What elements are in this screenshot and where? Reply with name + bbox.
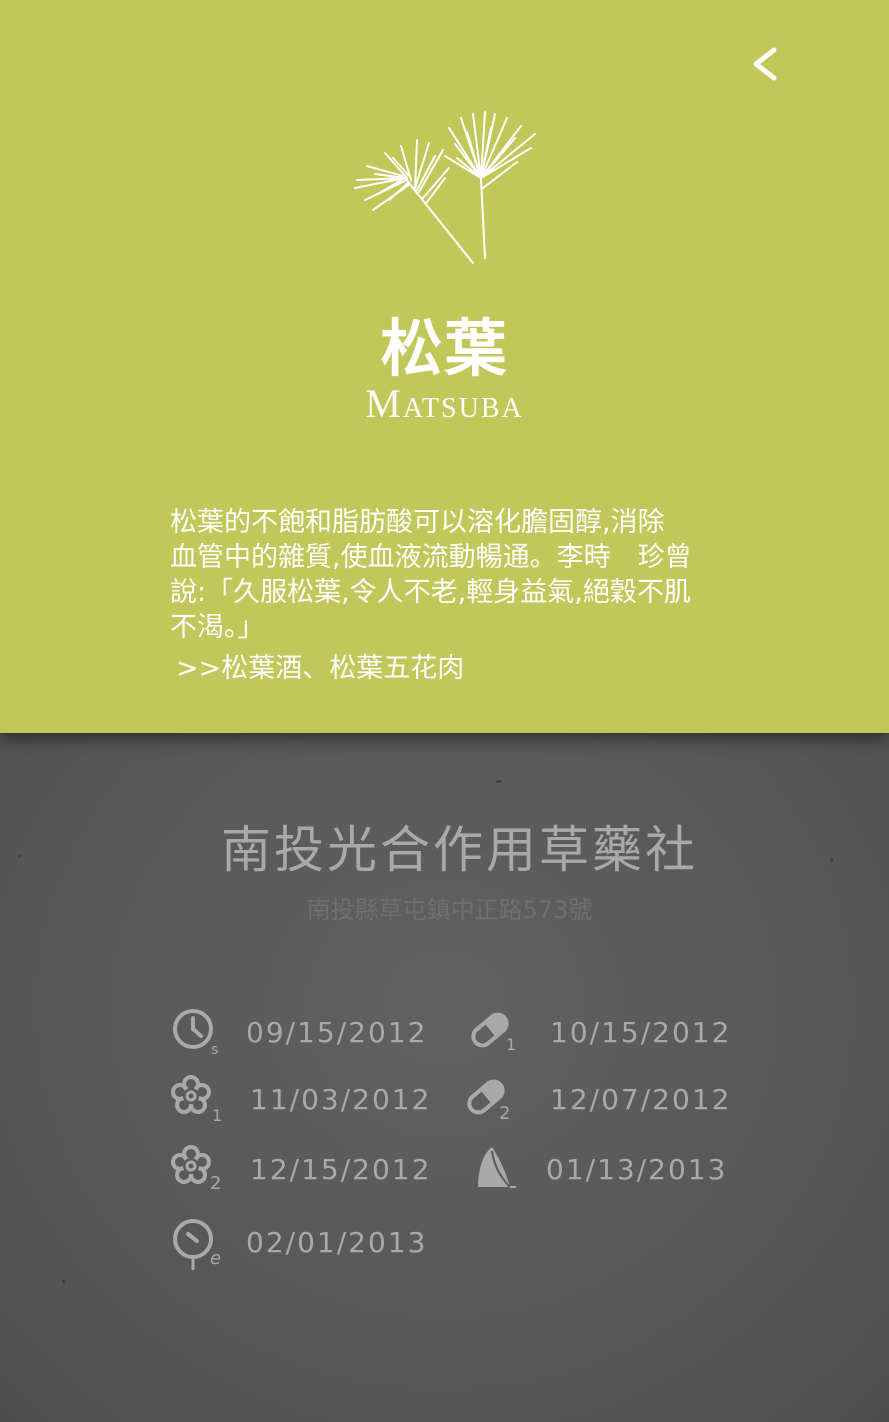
timeline-date: 11/03/2012: [250, 1083, 432, 1116]
timeline-item: s 09/15/2012: [170, 1008, 425, 1058]
timeline-item: 01/13/2013: [470, 1145, 725, 1195]
herb-description: 松葉的不飽和脂肪酸可以溶化膽固醇,消除 血管中的雜質,使血液流動暢通。李時 珍曾…: [170, 507, 692, 643]
timeline-item: 1 11/03/2012: [170, 1075, 429, 1125]
chevron-left-icon: [753, 47, 777, 81]
timeline-subscript: 1: [212, 1106, 222, 1125]
timeline-item: 2 12/15/2012: [170, 1145, 429, 1195]
timeline-item: e 02/01/2013: [170, 1218, 425, 1270]
timeline-date: 02/01/2013: [246, 1226, 428, 1259]
pine-needles-icon: [354, 111, 536, 264]
timeline-date: 01/13/2013: [546, 1153, 728, 1186]
shop-address: 南投縣草屯鎮中正路573號: [306, 896, 593, 924]
timeline-date: 09/15/2012: [246, 1016, 428, 1049]
clock-start-icon: s: [173, 1009, 218, 1058]
timeline-item: 1 10/15/2012: [468, 1008, 729, 1058]
flower-2-icon: 2: [171, 1145, 221, 1194]
leaf-icon: [478, 1147, 516, 1188]
herb-subtitle: Matsuba: [365, 381, 524, 426]
timeline-subscript: 1: [506, 1035, 516, 1054]
timeline-date: 12/15/2012: [250, 1153, 432, 1186]
flower-1-icon: 1: [171, 1075, 222, 1125]
timeline-subscript: e: [210, 1248, 221, 1269]
herb-title: 松葉: [380, 312, 509, 385]
capsule-2-icon: 2: [467, 1079, 510, 1124]
capsule-1-icon: 1: [471, 1012, 516, 1054]
back-button[interactable]: [744, 40, 788, 88]
clock-end-icon: e: [173, 1219, 221, 1270]
timeline-subscript: 2: [499, 1103, 510, 1124]
shop-name: 南投光合作用草藥社: [221, 821, 698, 879]
timeline-item: 2 12/07/2012: [464, 1075, 729, 1125]
herb-header-panel: 松葉 Matsuba 松葉的不飽和脂肪酸可以溶化膽固醇,消除 血管中的雜質,使血…: [0, 0, 889, 733]
timeline-subscript: s: [211, 1042, 218, 1058]
timeline-subscript: 2: [210, 1173, 221, 1194]
timeline-date: 12/07/2012: [550, 1083, 732, 1116]
recipes-link[interactable]: >>松葉酒、松葉五花肉: [176, 646, 464, 685]
timeline-date: 10/15/2012: [550, 1016, 732, 1049]
